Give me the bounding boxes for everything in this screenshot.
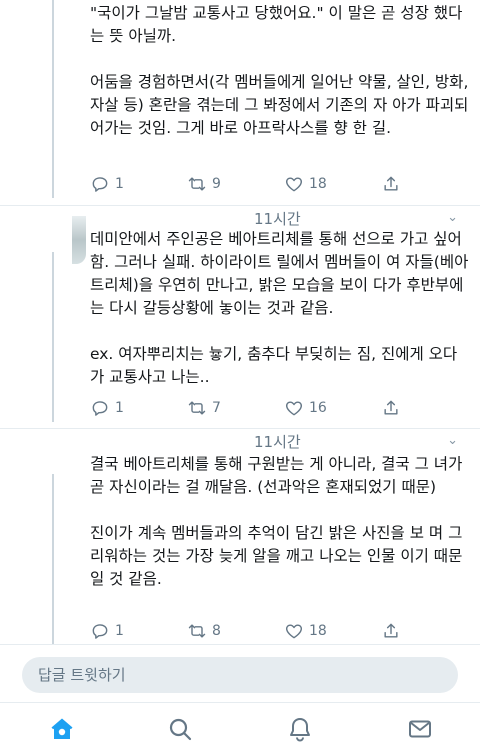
reply-icon <box>92 401 108 416</box>
heart-icon <box>285 401 303 416</box>
retweet-count: 7 <box>212 400 221 416</box>
tweet-actions: 1 8 18 <box>90 618 410 644</box>
messages-icon <box>409 720 431 738</box>
tweet-text: 결국 베아트리체를 통해 구원받는 게 아니라, 결국 그 녀가 곧 자신이라는… <box>90 453 470 591</box>
reply-input[interactable]: 답글 트윗하기 <box>22 657 458 693</box>
retweet-count: 8 <box>212 623 221 639</box>
share-button[interactable] <box>381 174 401 194</box>
like-count: 16 <box>309 400 327 416</box>
tab-notifications[interactable] <box>286 715 314 743</box>
retweet-button[interactable]: 8 <box>187 621 221 641</box>
reply-icon <box>92 177 108 192</box>
reply-button[interactable]: 1 <box>90 398 124 418</box>
tweet-paragraph: 결국 베아트리체를 통해 구원받는 게 아니라, 결국 그 녀가 곧 자신이라는… <box>90 455 468 496</box>
like-button[interactable]: 18 <box>284 621 327 641</box>
tweet-actions: 1 9 18 <box>90 171 410 197</box>
tab-home[interactable] <box>48 715 76 743</box>
tweet-paragraph: 데미안에서 주인공은 베아트리체를 통해 선으로 가고 싶어 함. 그러나 실패… <box>90 230 469 317</box>
tweet-2[interactable]: 11시간 ⌄ 데미안에서 주인공은 베아트리체를 통해 선으로 가고 싶어 함.… <box>0 206 480 428</box>
chevron-down-icon[interactable]: ⌄ <box>447 433 458 448</box>
reply-button[interactable]: 1 <box>90 174 124 194</box>
reply-count: 1 <box>115 400 124 416</box>
home-icon <box>51 718 73 739</box>
tab-messages[interactable] <box>406 715 434 743</box>
tweet-1[interactable]: "국이가 그날밤 교통사고 당했어요." 이 말은 곧 성장 했다는 뜻 아닐까… <box>0 0 480 205</box>
tab-bar <box>0 702 480 755</box>
tweet-timestamp: 11시간 <box>254 433 301 451</box>
share-icon <box>384 400 398 415</box>
reply-count: 1 <box>115 176 124 192</box>
tweet-actions: 1 7 16 <box>90 395 410 421</box>
retweet-button[interactable]: 9 <box>187 174 221 194</box>
reply-count: 1 <box>115 623 124 639</box>
tweet-text: "국이가 그날밤 교통사고 당했어요." 이 말은 곧 성장 했다는 뜻 아닐까… <box>90 2 470 140</box>
heart-icon <box>285 624 303 639</box>
like-button[interactable]: 16 <box>284 398 327 418</box>
tweet-timestamp: 11시간 <box>254 210 301 228</box>
share-button[interactable] <box>381 621 401 641</box>
retweet-button[interactable]: 7 <box>187 398 221 418</box>
reply-button[interactable]: 1 <box>90 621 124 641</box>
avatar[interactable] <box>72 216 86 264</box>
tweet-text: 데미안에서 주인공은 베아트리체를 통해 선으로 가고 싶어 함. 그러나 실패… <box>90 228 470 389</box>
reply-icon <box>92 624 108 639</box>
like-count: 18 <box>309 176 327 192</box>
tweet-paragraph: ex. 여자뿌리치는 늏기, 춤추다 부딪히는 짐, 진에게 오다가 교통사고 … <box>90 345 458 386</box>
share-icon <box>384 623 398 638</box>
like-button[interactable]: 18 <box>284 174 327 194</box>
reply-bar: 답글 트윗하기 <box>0 644 480 702</box>
heart-icon <box>285 177 303 192</box>
tweet-3[interactable]: 11시간 ⌄ 결국 베아트리체를 통해 구원받는 게 아니라, 결국 그 녀가 … <box>0 429 480 644</box>
search-icon <box>169 718 192 741</box>
share-icon <box>384 176 398 191</box>
retweet-icon <box>188 624 206 638</box>
retweet-count: 9 <box>212 176 221 192</box>
retweet-icon <box>188 401 206 415</box>
like-count: 18 <box>309 623 327 639</box>
tweet-paragraph: "국이가 그날밤 교통사고 당했어요." 이 말은 곧 성장 했다는 뜻 아닐까… <box>90 4 463 45</box>
chevron-down-icon[interactable]: ⌄ <box>447 210 458 225</box>
share-button[interactable] <box>381 398 401 418</box>
tweet-paragraph: 진이가 계속 멤버들과의 추억이 담긴 밝은 사진을 보 며 그리워하는 것는 … <box>90 524 463 588</box>
tab-search[interactable] <box>166 715 194 743</box>
notifications-icon <box>290 718 310 742</box>
tweet-paragraph: 어둠을 경험하면서(각 멤버들에게 일어난 약물, 살인, 방화, 자살 등) … <box>90 73 474 137</box>
retweet-icon <box>188 177 206 191</box>
